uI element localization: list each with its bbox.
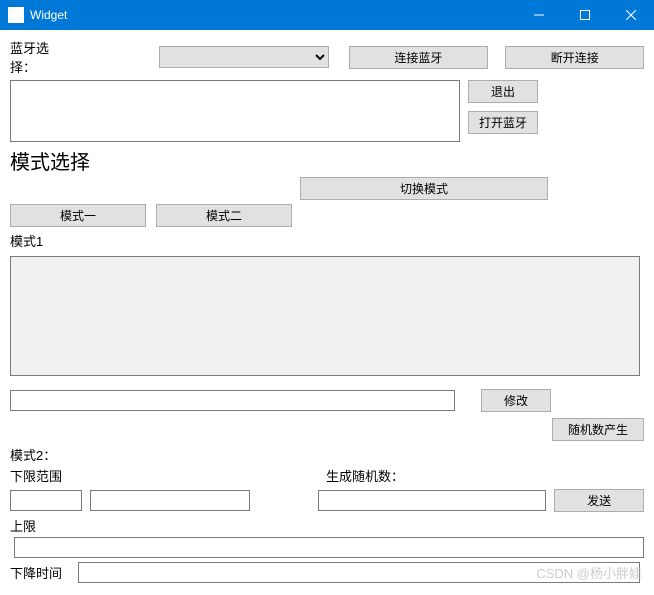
bluetooth-select-label: 蓝牙选择：	[10, 38, 74, 76]
mode1-button[interactable]: 模式一	[10, 204, 146, 227]
app-icon	[8, 7, 24, 23]
drop-time-label: 下降时间	[10, 563, 74, 582]
bluetooth-select[interactable]	[159, 46, 329, 68]
random-generate-button[interactable]: 随机数产生	[552, 418, 644, 441]
minimize-button[interactable]	[516, 0, 562, 30]
connect-bluetooth-button[interactable]: 连接蓝牙	[349, 46, 488, 69]
mode-heading: 模式选择	[10, 146, 644, 175]
window-title: Widget	[30, 8, 67, 22]
send-button[interactable]: 发送	[554, 489, 644, 512]
maximize-button[interactable]	[562, 0, 608, 30]
modify-button[interactable]: 修改	[481, 389, 551, 412]
titlebar: Widget	[0, 0, 654, 30]
upper-label: 上限	[10, 516, 40, 535]
mode2-button[interactable]: 模式二	[156, 204, 292, 227]
lower-range-input-1[interactable]	[10, 490, 82, 511]
gen-random-input[interactable]	[318, 490, 547, 511]
bluetooth-log-area[interactable]	[10, 80, 460, 142]
mode2-label: 模式2：	[10, 445, 644, 464]
open-bluetooth-button[interactable]: 打开蓝牙	[468, 111, 538, 134]
drop-time-input[interactable]	[78, 562, 640, 583]
exit-button[interactable]: 退出	[468, 80, 538, 103]
lower-range-label: 下限范围	[10, 466, 70, 485]
switch-mode-button[interactable]: 切换模式	[300, 177, 548, 200]
mode1-textarea[interactable]	[10, 256, 640, 376]
upper-input[interactable]	[14, 537, 644, 558]
disconnect-bluetooth-button[interactable]: 断开连接	[505, 46, 644, 69]
close-button[interactable]	[608, 0, 654, 30]
mode1-label: 模式1	[10, 231, 644, 250]
window-controls	[516, 0, 654, 30]
modify-input[interactable]	[10, 390, 455, 411]
lower-range-input-2[interactable]	[90, 490, 250, 511]
gen-random-label: 生成随机数：	[326, 466, 404, 485]
